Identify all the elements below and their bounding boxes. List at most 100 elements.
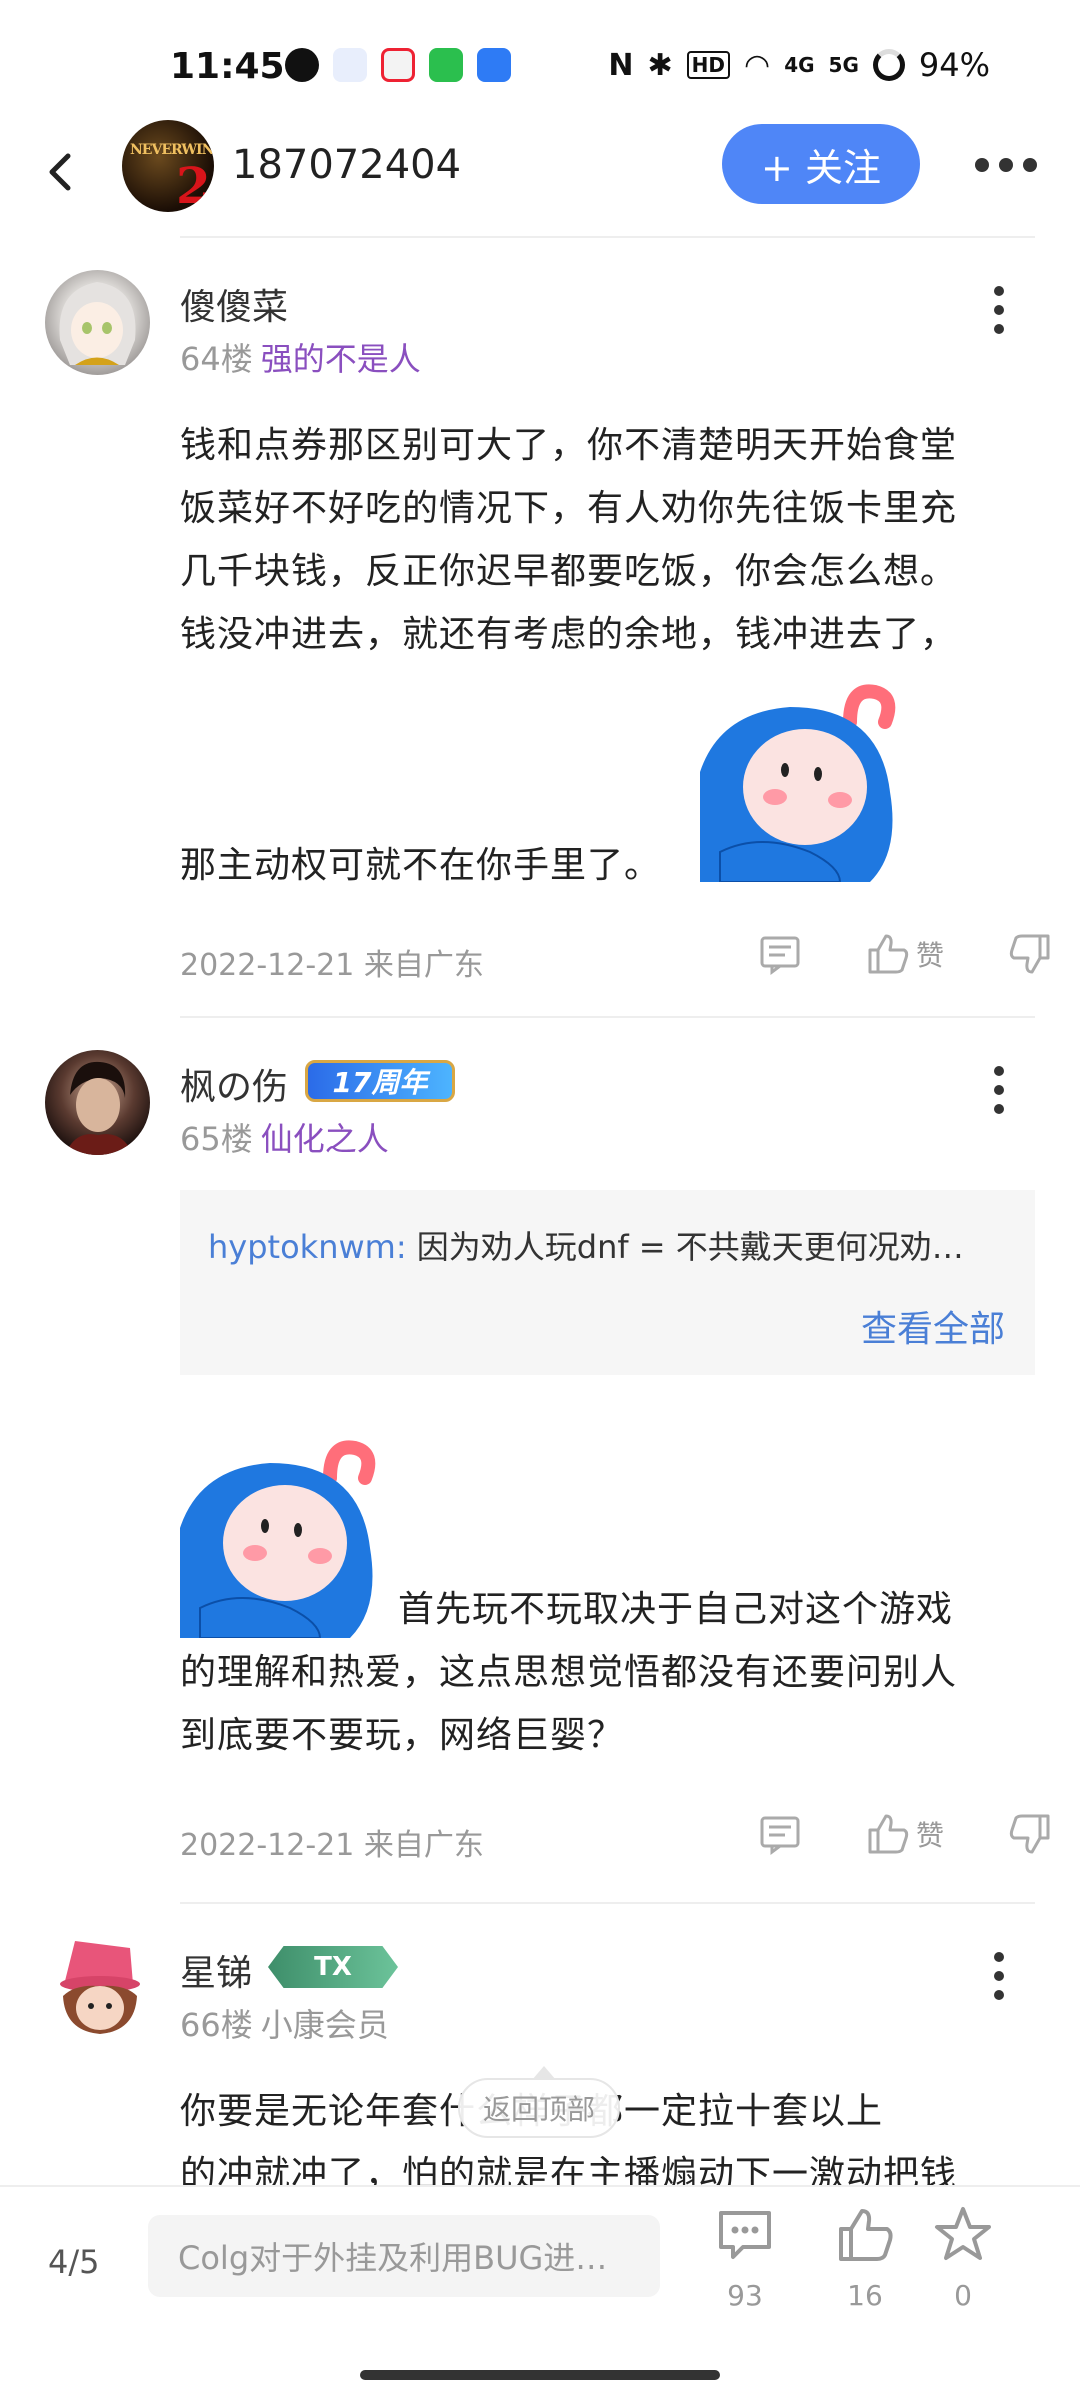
content-line: 到底要不要玩，网络巨婴？: [180, 1715, 625, 1756]
forum-name[interactable]: 187072404: [232, 142, 461, 188]
wifi-icon: ◠: [744, 47, 771, 83]
dot-icon: [994, 1085, 1004, 1095]
like-label: 赞: [915, 939, 944, 972]
follow-button[interactable]: + 关注: [722, 124, 920, 204]
messages-app-icon: [429, 48, 463, 82]
divider: [180, 236, 1035, 238]
quote-content: 因为劝人玩dnf = 不共戴天更何况劝…: [416, 1228, 964, 1266]
map-app-icon: [381, 48, 415, 82]
content-line: 钱没冲进去，就还有考虑的余地，钱冲进去了，: [180, 614, 958, 655]
floor-number: 64楼: [180, 340, 253, 378]
content-line: 钱和点券那区别可大了，你不清楚明天开始食堂: [180, 425, 958, 466]
dot-icon: [1023, 158, 1037, 172]
favorite-button[interactable]: 0: [918, 2205, 1008, 2312]
home-indicator[interactable]: [360, 2370, 720, 2380]
notification-icons: [285, 48, 511, 82]
username[interactable]: 枫の伤: [180, 1058, 288, 1110]
divider: [180, 1016, 1035, 1018]
dot-icon: [975, 158, 989, 172]
content-line: 首先玩不玩取决于自己对这个游戏: [398, 1589, 954, 1630]
comment-input[interactable]: Colg对于外挂及利用BUG进…: [148, 2215, 660, 2297]
post-actions: 赞: [735, 1812, 1065, 1856]
thumbs-down-icon: [1009, 934, 1050, 974]
content-line: 饭菜好不好吃的情况下，有人劝你先往饭卡里充: [180, 488, 958, 529]
post-date-location: 2022-12-21 来自广东: [180, 1828, 484, 1863]
comments-button[interactable]: 93: [700, 2205, 790, 2312]
page-indicator[interactable]: 4/5: [48, 2243, 100, 2281]
heart-app-icon: [333, 48, 367, 82]
nfc-icon: N: [608, 47, 634, 83]
level-badge: TX: [268, 1946, 398, 1988]
hd-icon: HD: [686, 51, 730, 79]
user-avatar[interactable]: [45, 270, 150, 375]
post-content: 钱和点券那区别可大了，你不清楚明天开始食堂 饭菜好不好吃的情况下，有人劝你先往饭…: [180, 414, 1035, 666]
quote-username[interactable]: hyptoknwm:: [208, 1228, 407, 1266]
comments-count: 93: [727, 2279, 763, 2312]
dot-icon: [994, 286, 1004, 296]
forum-avatar[interactable]: NEVERWINTER 2: [122, 120, 214, 212]
post-content: 首先玩不玩取决于自己对这个游戏 的理解和热爱，这点思想觉悟都没有还要问别人 到底…: [180, 1578, 1035, 1767]
like-label: 赞: [915, 1819, 944, 1852]
quoted-reply[interactable]: hyptoknwm: 因为劝人玩dnf = 不共戴天更何况劝… 查看全部: [180, 1190, 1035, 1375]
view-all-link[interactable]: 查看全部: [861, 1300, 1005, 1352]
dot-icon: [994, 305, 1004, 315]
quote-text: hyptoknwm: 因为劝人玩dnf = 不共戴天更何况劝…: [208, 1222, 1008, 1268]
thumbs-up-icon: [868, 1814, 909, 1854]
thumbs-up-icon: [839, 2209, 893, 2261]
user-title: 仙化之人: [260, 1120, 389, 1158]
dot-icon: [994, 1066, 1004, 1076]
star-icon: [935, 2207, 991, 2260]
reply-button[interactable]: [735, 1812, 825, 1856]
back-button[interactable]: [30, 142, 90, 202]
bluetooth-icon: ✱: [647, 47, 673, 83]
wechat-icon: [285, 48, 319, 82]
comment-icon: [719, 2211, 771, 2259]
content-line: 的理解和热爱，这点思想觉悟都没有还要问别人: [180, 1652, 958, 1693]
post-menu-button[interactable]: [984, 1952, 1014, 2000]
dislike-button[interactable]: [995, 1812, 1065, 1856]
divider: [180, 1902, 1035, 1904]
dot-icon: [994, 1952, 1004, 1962]
user-title: 小康会员: [260, 2006, 389, 2044]
thumbs-up-icon: [868, 934, 909, 974]
likes-button[interactable]: 16: [820, 2205, 910, 2312]
like-button[interactable]: 赞: [835, 932, 975, 976]
man-portrait-avatar-icon: [65, 1061, 133, 1155]
dot-icon: [994, 324, 1004, 334]
post-date-location: 2022-12-21 来自广东: [180, 948, 484, 983]
favorites-count: 0: [954, 2279, 972, 2312]
chevron-left-icon: [49, 153, 71, 191]
dislike-button[interactable]: [995, 932, 1065, 976]
status-time: 11:45: [170, 46, 285, 87]
floor-number: 65楼: [180, 1120, 253, 1158]
username[interactable]: 傻傻菜: [180, 278, 288, 330]
like-button[interactable]: 赞: [835, 1812, 975, 1856]
floor-info: 64楼 强的不是人: [180, 334, 421, 380]
dot-icon: [994, 1104, 1004, 1114]
username[interactable]: 星锑: [180, 1944, 252, 1996]
content-line: 那主动权可就不在你手里了。: [180, 845, 662, 886]
post-menu-button[interactable]: [984, 1066, 1014, 1114]
battery-percent: 94%: [918, 46, 990, 84]
floor-info: 65楼 仙化之人: [180, 1114, 389, 1160]
dot-icon: [999, 158, 1013, 172]
user-avatar[interactable]: [45, 1936, 150, 2041]
back-to-top-button[interactable]: 返回顶部: [458, 2066, 620, 2138]
post-actions: 赞: [735, 932, 1065, 976]
anniversary-badge: 17周年: [305, 1060, 455, 1102]
thumbs-down-icon: [1009, 1814, 1050, 1854]
reply-button[interactable]: [735, 932, 825, 976]
pink-hat-girl-avatar-icon: [60, 1941, 140, 2034]
header-bar: NEVERWINTER 2 187072404 + 关注: [0, 120, 1080, 235]
signal-5g-icon: 5G: [828, 53, 859, 77]
bottom-bar: 4/5 Colg对于外挂及利用BUG进… 93 16 0: [0, 2185, 1080, 2400]
likes-count: 16: [847, 2279, 883, 2312]
user-avatar[interactable]: [45, 1050, 150, 1155]
comment-icon: [760, 936, 800, 975]
more-options-button[interactable]: [975, 150, 1045, 180]
post-menu-button[interactable]: [984, 286, 1014, 334]
floor-number: 66楼: [180, 2006, 253, 2044]
signal-4g-icon: 4G: [784, 53, 815, 77]
status-bar: 11:45 N ✱ HD ◠ 4G 5G 94%: [0, 0, 1080, 130]
battery-icon: [872, 49, 905, 81]
